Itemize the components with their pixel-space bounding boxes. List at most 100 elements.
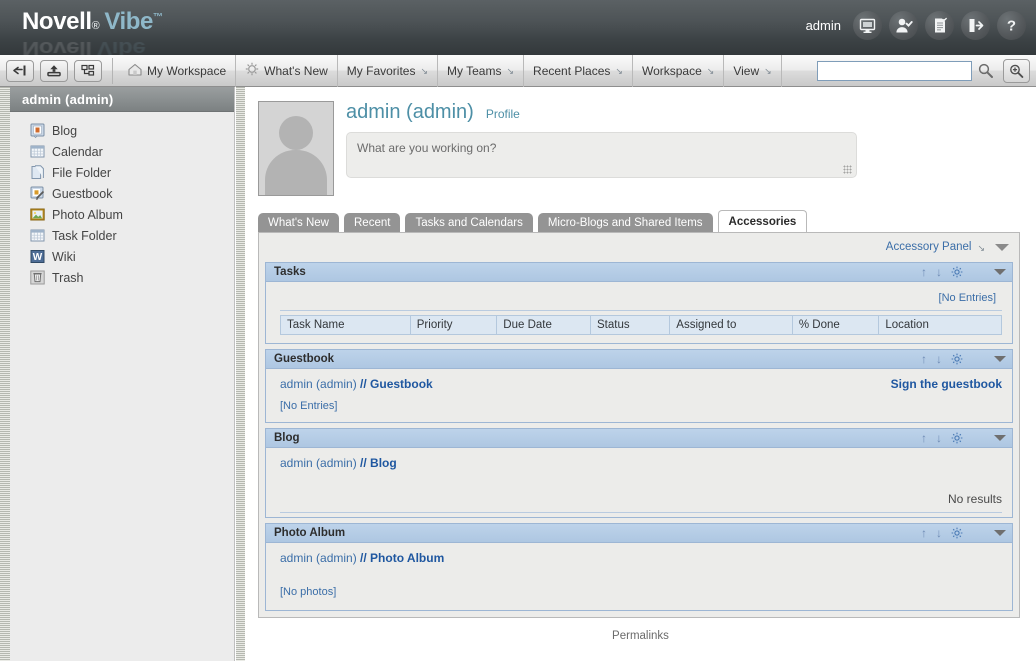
file-folder-icon xyxy=(30,165,45,180)
panel-title: Guestbook xyxy=(274,353,335,365)
breadcrumb-target[interactable]: Guestbook xyxy=(370,377,433,391)
chevron-down-icon[interactable]: ↘ xyxy=(977,243,985,253)
sidebar-item-task-folder[interactable]: Task Folder xyxy=(30,225,234,246)
table-header-row: Task Name Priority Due Date Status Assig… xyxy=(280,315,1002,335)
sidebar-item-label: Guestbook xyxy=(52,186,113,201)
tab-recent[interactable]: Recent xyxy=(344,213,401,233)
brand-logo: Novell® Vibe™ xyxy=(22,8,163,36)
divider xyxy=(280,310,1002,311)
breadcrumb-target[interactable]: Photo Album xyxy=(370,551,444,565)
menu-item-my-favorites[interactable]: My Favorites ↘ xyxy=(338,54,439,87)
avatar[interactable] xyxy=(258,101,334,196)
move-down-icon[interactable]: ↓ xyxy=(936,266,942,278)
column-priority[interactable]: Priority xyxy=(409,315,498,335)
collapse-icon[interactable] xyxy=(994,435,1006,441)
sidebar-item-blog[interactable]: Blog xyxy=(30,120,234,141)
document-icon[interactable] xyxy=(925,11,954,40)
menu-item-my-teams[interactable]: My Teams ↘ xyxy=(438,54,525,87)
permalinks-link[interactable]: Permalinks xyxy=(245,630,1036,642)
brand-name-novell: Novell xyxy=(22,8,92,35)
move-down-icon[interactable]: ↓ xyxy=(936,432,942,444)
calendar-icon xyxy=(30,144,45,159)
blog-no-results: No results xyxy=(947,492,1002,506)
sign-guestbook-link[interactable]: Sign the guestbook xyxy=(891,377,1002,391)
chevron-down-icon: ↘ xyxy=(706,66,715,76)
gear-icon[interactable] xyxy=(951,432,963,444)
breadcrumb-owner[interactable]: admin (admin) xyxy=(280,551,357,565)
column-task-name[interactable]: Task Name xyxy=(280,315,411,335)
breadcrumb-target[interactable]: Blog xyxy=(370,456,397,470)
move-up-icon[interactable]: ↑ xyxy=(921,353,927,365)
upload-button[interactable] xyxy=(40,59,68,82)
column-status[interactable]: Status xyxy=(589,315,671,335)
search-input[interactable] xyxy=(817,60,972,81)
hierarchy-tree-icon[interactable] xyxy=(74,59,102,82)
status-input[interactable]: What are you working on? xyxy=(346,132,857,178)
menu-label: My Teams xyxy=(447,63,502,78)
tab-bar: What's New Recent Tasks and Calendars Mi… xyxy=(258,209,1020,233)
move-up-icon[interactable]: ↑ xyxy=(921,432,927,444)
menu-item-recent-places[interactable]: Recent Places ↘ xyxy=(524,54,633,87)
search-icon[interactable] xyxy=(972,59,999,83)
tasks-table: Task Name Priority Due Date Status Assig… xyxy=(280,315,1002,335)
menu-item-whats-new[interactable]: What's New xyxy=(236,54,338,87)
tab-tasks-and-calendars[interactable]: Tasks and Calendars xyxy=(405,213,533,233)
menu-label: My Favorites xyxy=(346,63,416,78)
status-placeholder: What are you working on? xyxy=(357,141,497,155)
collapse-icon[interactable] xyxy=(994,269,1006,275)
panel-header: Tasks ↑ ↓ xyxy=(266,263,1012,282)
sidebar-edge-texture xyxy=(236,87,245,661)
advanced-search-icon[interactable] xyxy=(1003,58,1030,83)
sidebar-item-guestbook[interactable]: Guestbook xyxy=(30,183,234,204)
logout-icon[interactable] xyxy=(961,11,990,40)
sidebar-item-wiki[interactable]: W Wiki xyxy=(30,246,234,267)
no-entries-label[interactable]: [No Entries] xyxy=(280,400,337,412)
menu-item-view[interactable]: View ↘ xyxy=(724,54,782,87)
collapse-all-icon[interactable] xyxy=(995,243,1009,251)
column-assigned-to[interactable]: Assigned to xyxy=(669,315,793,335)
resize-handle-icon[interactable] xyxy=(843,165,852,174)
menu-item-workspace[interactable]: Workspace ↘ xyxy=(633,54,725,87)
divider xyxy=(280,512,1002,513)
trash-icon xyxy=(30,270,45,285)
breadcrumb: admin (admin) // Photo Album xyxy=(280,551,444,565)
sidebar-list: Blog Calendar File Folder Guestbook Phot… xyxy=(10,112,234,288)
profile-link[interactable]: Profile xyxy=(486,107,520,121)
menu-item-my-workspace[interactable]: My Workspace xyxy=(119,54,237,87)
collapse-icon[interactable] xyxy=(994,356,1006,362)
help-icon[interactable]: ? xyxy=(997,11,1026,40)
sidebar-item-file-folder[interactable]: File Folder xyxy=(30,162,234,183)
gear-icon[interactable] xyxy=(951,266,963,278)
sidebar-item-label: Trash xyxy=(52,270,84,285)
monitor-icon[interactable] xyxy=(853,11,882,40)
column-percent-done[interactable]: % Done xyxy=(791,315,880,335)
move-down-icon[interactable]: ↓ xyxy=(936,353,942,365)
gear-icon[interactable] xyxy=(951,353,963,365)
gear-icon[interactable] xyxy=(951,527,963,539)
tab-accessories[interactable]: Accessories xyxy=(717,210,808,233)
accessory-panel-link[interactable]: Accessory Panel xyxy=(886,241,972,253)
home-icon xyxy=(128,63,142,79)
person-check-icon[interactable] xyxy=(889,11,918,40)
sidebar-item-label: Calendar xyxy=(52,144,103,159)
breadcrumb-owner[interactable]: admin (admin) xyxy=(280,456,357,470)
collapse-icon[interactable] xyxy=(994,530,1006,536)
tab-micro-blogs-and-shared-items[interactable]: Micro-Blogs and Shared Items xyxy=(537,213,713,233)
sidebar-item-trash[interactable]: Trash xyxy=(30,267,234,288)
tab-whats-new[interactable]: What's New xyxy=(258,213,339,233)
move-up-icon[interactable]: ↑ xyxy=(921,527,927,539)
sidebar-item-photo-album[interactable]: Photo Album xyxy=(30,204,234,225)
photo-album-icon xyxy=(30,207,45,222)
panel-title: Blog xyxy=(274,432,300,444)
breadcrumb-owner[interactable]: admin (admin) xyxy=(280,377,357,391)
back-button[interactable] xyxy=(6,59,34,82)
sidebar-item-calendar[interactable]: Calendar xyxy=(30,141,234,162)
no-entries-label[interactable]: [No Entries] xyxy=(939,292,996,304)
column-due-date[interactable]: Due Date xyxy=(496,315,591,335)
panel-blog: Blog ↑ ↓ admin (admin) // Blog No result… xyxy=(265,428,1013,518)
move-down-icon[interactable]: ↓ xyxy=(936,527,942,539)
no-photos-label[interactable]: [No photos] xyxy=(280,586,336,598)
move-up-icon[interactable]: ↑ xyxy=(921,266,927,278)
column-location[interactable]: Location xyxy=(878,315,1002,335)
profile-details: admin (admin) Profile What are you worki… xyxy=(346,101,858,196)
